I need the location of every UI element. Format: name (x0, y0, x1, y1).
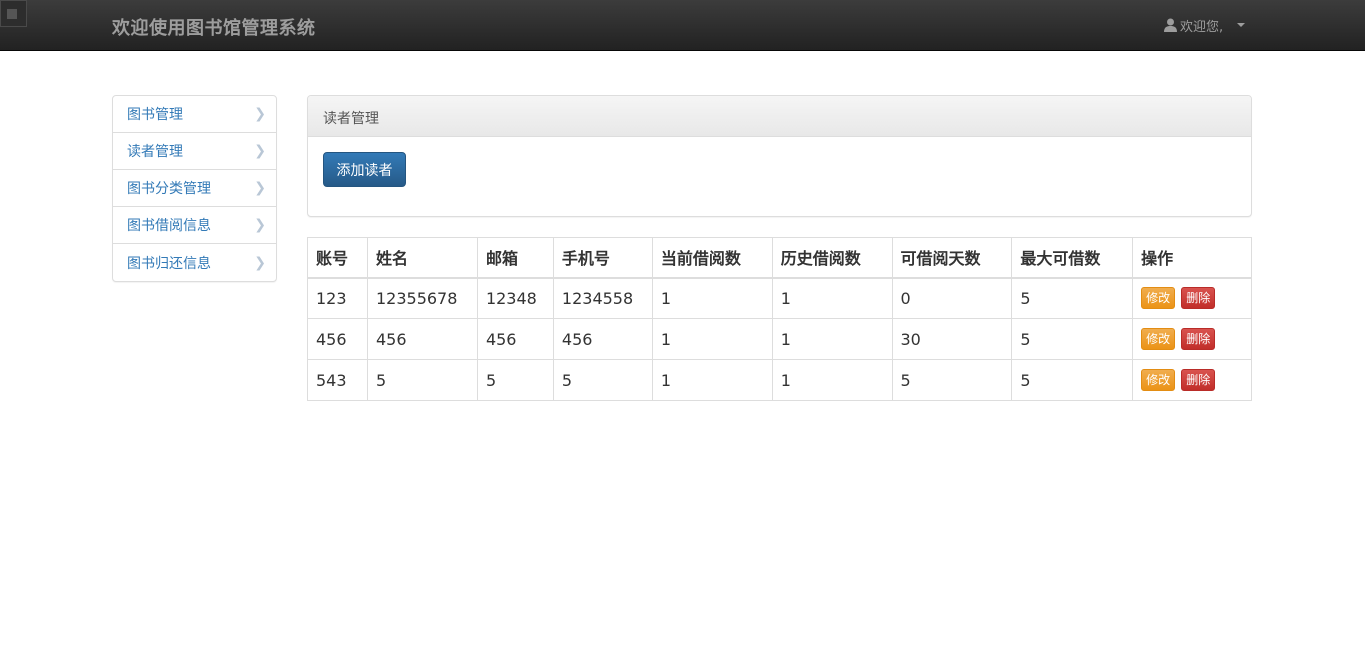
chevron-right-icon: ❯ (254, 217, 266, 233)
delete-button[interactable]: 删除 (1181, 287, 1216, 310)
corner-button[interactable] (0, 0, 27, 27)
column-header-history-borrows: 历史借阅数 (771, 237, 893, 279)
sidebar-item-borrow-info[interactable]: 图书借阅信息 ❯ (113, 207, 276, 244)
edit-button[interactable]: 修改 (1141, 287, 1176, 310)
table-header-row: 账号 姓名 邮箱 手机号 当前借阅数 历史借阅数 可借阅天数 最大可借数 操作 (307, 237, 1252, 279)
sidebar-item-book-management[interactable]: 图书管理 ❯ (113, 96, 276, 133)
corner-icon (7, 9, 17, 19)
chevron-right-icon: ❯ (254, 180, 266, 196)
caret-down-icon (1237, 23, 1246, 27)
app-title: 欢迎使用图书馆管理系统 (112, 18, 316, 39)
table-row: 543 5 5 5 1 1 5 5 修改 删除 (307, 359, 1252, 401)
sidebar-item-return-info[interactable]: 图书归还信息 ❯ (113, 244, 276, 281)
sidebar-item-label: 图书借阅信息 (127, 218, 211, 234)
cell-email: 12348 (476, 277, 554, 319)
cell-history-borrows: 1 (771, 277, 893, 319)
cell-name: 456 (366, 318, 478, 360)
cell-phone: 5 (552, 359, 653, 401)
add-reader-button[interactable]: 添加读者 (323, 152, 406, 187)
cell-name: 5 (366, 359, 478, 401)
sidebar-item-category-management[interactable]: 图书分类管理 ❯ (113, 170, 276, 207)
cell-email: 456 (476, 318, 554, 360)
cell-current-borrows: 1 (651, 318, 773, 360)
table-row: 123 12355678 12348 1234558 1 1 0 5 修改 删除 (307, 277, 1252, 319)
welcome-text: 欢迎您, (1180, 19, 1224, 35)
column-header-current-borrows: 当前借阅数 (651, 237, 773, 279)
sidebar-item-label: 图书分类管理 (127, 181, 211, 197)
panel-title: 读者管理 (308, 96, 1251, 137)
cell-actions: 修改 删除 (1132, 318, 1252, 360)
user-icon (1164, 18, 1177, 32)
cell-max-borrows: 5 (1011, 318, 1134, 360)
cell-max-borrows: 5 (1011, 359, 1134, 401)
cell-history-borrows: 1 (771, 318, 893, 360)
cell-account: 543 (307, 359, 368, 401)
cell-borrow-days: 30 (891, 318, 1013, 360)
edit-button[interactable]: 修改 (1141, 369, 1176, 391)
cell-borrow-days: 5 (891, 359, 1013, 401)
sidebar-item-label: 读者管理 (127, 144, 183, 160)
column-header-max-borrows: 最大可借数 (1011, 237, 1134, 279)
cell-max-borrows: 5 (1011, 277, 1134, 319)
cell-account: 456 (307, 318, 368, 360)
cell-name: 12355678 (366, 277, 478, 319)
cell-account: 123 (307, 277, 368, 319)
reader-management-panel: 读者管理 添加读者 (307, 95, 1252, 217)
user-menu-dropdown[interactable]: 欢迎您, (1164, 16, 1246, 35)
chevron-right-icon: ❯ (254, 143, 266, 159)
sidebar-item-reader-management[interactable]: 读者管理 ❯ (113, 133, 276, 170)
top-navbar: 欢迎使用图书馆管理系统 欢迎您, (0, 0, 1365, 51)
delete-button[interactable]: 删除 (1181, 328, 1216, 350)
cell-history-borrows: 1 (771, 359, 893, 401)
cell-borrow-days: 0 (891, 277, 1013, 319)
sidebar-item-label: 图书归还信息 (127, 255, 211, 272)
chevron-right-icon: ❯ (254, 106, 266, 122)
chevron-right-icon: ❯ (254, 254, 266, 271)
sidebar-item-label: 图书管理 (127, 107, 183, 123)
edit-button[interactable]: 修改 (1141, 328, 1176, 350)
delete-button[interactable]: 删除 (1181, 369, 1216, 391)
column-header-account: 账号 (307, 237, 368, 279)
reader-table: 账号 姓名 邮箱 手机号 当前借阅数 历史借阅数 可借阅天数 最大可借数 操作 … (307, 237, 1252, 401)
sidebar-nav: 图书管理 ❯ 读者管理 ❯ 图书分类管理 ❯ 图书借阅信息 ❯ 图书归还信息 ❯ (112, 95, 277, 282)
cell-current-borrows: 1 (651, 277, 773, 319)
cell-phone: 456 (552, 318, 653, 360)
cell-actions: 修改 删除 (1132, 359, 1252, 401)
cell-phone: 1234558 (552, 277, 653, 319)
cell-email: 5 (476, 359, 554, 401)
column-header-actions: 操作 (1132, 237, 1252, 279)
cell-current-borrows: 1 (651, 359, 773, 401)
table-row: 456 456 456 456 1 1 30 5 修改 删除 (307, 318, 1252, 360)
column-header-name: 姓名 (366, 237, 478, 279)
cell-actions: 修改 删除 (1132, 277, 1252, 319)
column-header-borrow-days: 可借阅天数 (891, 237, 1013, 279)
column-header-phone: 手机号 (552, 237, 653, 279)
column-header-email: 邮箱 (476, 237, 554, 279)
